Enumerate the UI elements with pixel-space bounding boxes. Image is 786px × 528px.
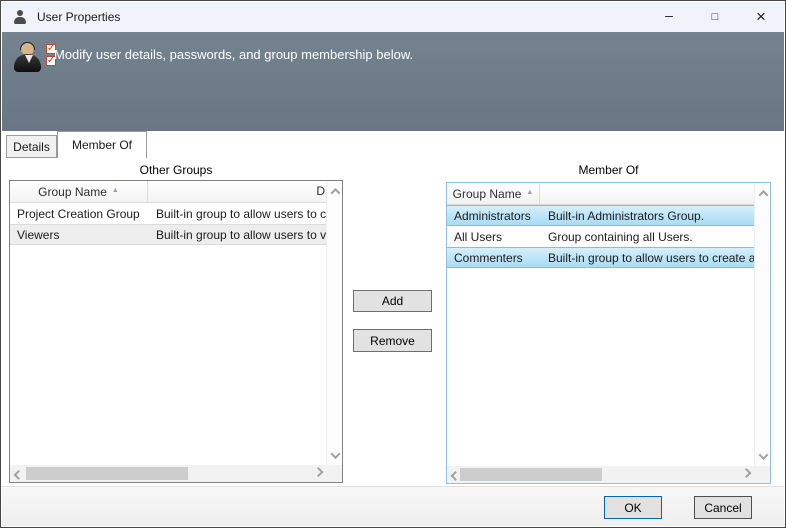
maximize-button[interactable]: □ <box>692 2 738 32</box>
scrollbar-thumb[interactable] <box>26 467 188 480</box>
user-properties-dialog: User Properties – □ × ✓ ✓ Modify user de… <box>0 0 786 528</box>
column-label: Group Name <box>453 187 522 201</box>
minimize-button[interactable]: – <box>646 2 692 32</box>
table-row[interactable]: Commenters Built-in group to allow users… <box>447 247 754 268</box>
scroll-left-icon[interactable] <box>10 465 26 482</box>
add-button[interactable]: Add <box>353 290 432 312</box>
other-groups-title: Other Groups <box>9 163 343 177</box>
scroll-up-icon[interactable] <box>755 185 771 201</box>
button-label: Add <box>382 294 403 308</box>
scroll-right-icon[interactable] <box>738 466 754 483</box>
close-button[interactable]: × <box>738 2 784 32</box>
scroll-right-icon[interactable] <box>310 465 326 482</box>
ok-button[interactable]: OK <box>604 496 662 519</box>
list-body: Project Creation Group Built-in group to… <box>10 203 326 465</box>
member-of-list: Group Name ▲ Administrators Built-in Adm… <box>446 182 771 484</box>
minimize-icon: – <box>665 7 673 23</box>
scroll-down-icon[interactable] <box>327 447 343 463</box>
other-groups-list: Group Name ▲ D Project Creation Group Bu… <box>9 180 343 483</box>
column-label: Group Name <box>38 185 107 199</box>
group-name-cell: Project Creation Group <box>10 207 148 221</box>
list-header: Group Name ▲ <box>447 183 754 205</box>
vertical-scrollbar[interactable] <box>326 181 342 465</box>
group-desc-cell: Group containing all Users. <box>540 230 754 244</box>
column-header-description[interactable] <box>540 183 754 204</box>
group-name-cell: Administrators <box>447 209 540 223</box>
scroll-down-icon[interactable] <box>755 448 771 464</box>
list-header: Group Name ▲ D <box>10 181 326 203</box>
column-header-group-name[interactable]: Group Name ▲ <box>447 183 540 204</box>
cancel-button[interactable]: Cancel <box>694 496 752 519</box>
table-row[interactable]: Administrators Built-in Administrators G… <box>447 205 754 226</box>
column-label: D <box>316 184 325 198</box>
maximize-icon: □ <box>712 11 719 23</box>
vertical-scrollbar[interactable] <box>754 183 770 466</box>
remove-button[interactable]: Remove <box>353 329 432 352</box>
scrollbar-thumb[interactable] <box>460 468 602 481</box>
group-desc-cell: Built-in Administrators Group. <box>540 209 754 223</box>
table-row[interactable]: All Users Group containing all Users. <box>447 226 754 247</box>
user-icon <box>13 10 27 25</box>
titlebar[interactable]: User Properties – □ × <box>2 2 784 32</box>
scrollbar-corner <box>326 465 342 482</box>
window-controls: – □ × <box>646 2 784 32</box>
column-header-description[interactable]: D <box>148 181 326 202</box>
scroll-up-icon[interactable] <box>327 183 343 199</box>
tab-label: Member Of <box>72 138 132 152</box>
dialog-footer: OK Cancel <box>2 486 784 526</box>
group-name-cell: Commenters <box>447 251 540 265</box>
button-label: OK <box>624 501 641 515</box>
list-body: Administrators Built-in Administrators G… <box>447 205 754 466</box>
group-desc-cell: Built-in group to allow users to create … <box>540 251 754 265</box>
header-banner: ✓ ✓ Modify user details, passwords, and … <box>2 32 784 131</box>
sort-ascending-icon: ▲ <box>112 187 119 194</box>
tab-details[interactable]: Details <box>6 135 57 158</box>
group-desc-cell: Built-in group to allow users to cr <box>148 207 326 221</box>
horizontal-scrollbar[interactable] <box>10 465 326 482</box>
button-label: Cancel <box>704 501 741 515</box>
tab-strip: Details Member Of <box>2 131 784 158</box>
column-header-group-name[interactable]: Group Name ▲ <box>10 181 148 202</box>
button-label: Remove <box>370 334 415 348</box>
table-row[interactable]: Project Creation Group Built-in group to… <box>10 203 326 224</box>
table-row[interactable]: Viewers Built-in group to allow users to… <box>10 224 326 245</box>
tab-label: Details <box>13 140 50 154</box>
tab-member-of[interactable]: Member Of <box>57 131 147 158</box>
banner-description: Modify user details, passwords, and grou… <box>54 47 413 62</box>
window-title: User Properties <box>37 10 120 24</box>
group-name-cell: Viewers <box>10 228 148 242</box>
group-desc-cell: Built-in group to allow users to vi <box>148 228 326 242</box>
group-name-cell: All Users <box>447 230 540 244</box>
horizontal-scrollbar[interactable] <box>447 466 754 483</box>
user-checklist-icon: ✓ ✓ <box>12 42 56 82</box>
close-icon: × <box>756 7 766 27</box>
scrollbar-corner <box>754 466 770 483</box>
sort-ascending-icon: ▲ <box>526 189 533 196</box>
member-of-title: Member Of <box>446 163 771 177</box>
